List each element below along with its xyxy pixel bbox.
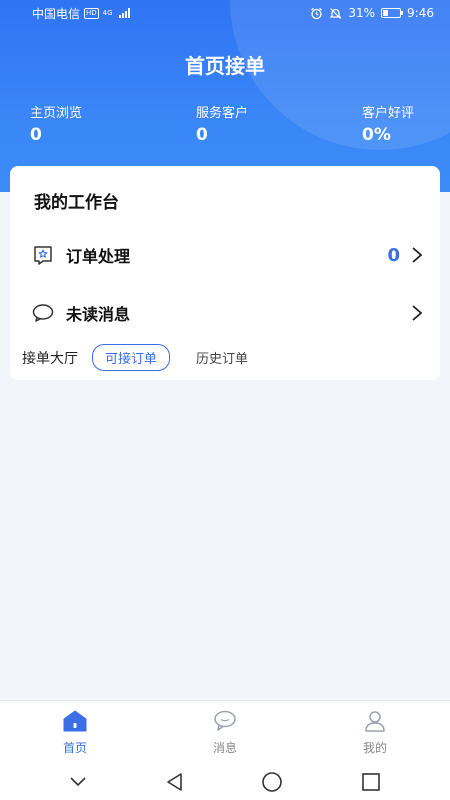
stat-value: 0 bbox=[30, 125, 42, 145]
alarm-icon bbox=[311, 7, 323, 19]
star-flag-icon bbox=[32, 244, 54, 266]
status-bar: 中国电信 HD 4G 31% 9:46 bbox=[0, 0, 450, 26]
home-icon bbox=[63, 709, 87, 733]
stat-page-views[interactable]: 主页浏览 0 bbox=[30, 102, 82, 145]
mute-icon bbox=[329, 7, 342, 19]
header: 中国电信 HD 4G 31% 9:46 首页接单 主页浏览 0 服务客户 0 客… bbox=[0, 0, 450, 192]
carrier-label: 中国电信 bbox=[32, 6, 81, 21]
back-triangle-icon[interactable] bbox=[165, 772, 183, 792]
order-processing-row[interactable]: 订单处理 0 bbox=[32, 240, 424, 270]
order-count-badge: 0 bbox=[387, 244, 400, 266]
network-label: 4G bbox=[102, 9, 113, 17]
stat-rating[interactable]: 客户好评 0% bbox=[362, 102, 414, 145]
nav-label: 消息 bbox=[212, 741, 237, 755]
tab-history-orders[interactable]: 历史订单 bbox=[196, 348, 248, 367]
stat-value: 0% bbox=[362, 125, 391, 145]
stat-label: 客户好评 bbox=[362, 106, 415, 121]
message-icon bbox=[213, 709, 237, 733]
order-processing-label: 订单处理 bbox=[66, 247, 131, 266]
nav-label: 我的 bbox=[362, 741, 387, 755]
nav-profile[interactable]: 我的 bbox=[300, 701, 450, 764]
stat-value: 0 bbox=[196, 125, 208, 145]
profile-icon bbox=[363, 709, 387, 733]
battery-icon bbox=[381, 8, 404, 18]
nav-messages[interactable]: 消息 bbox=[150, 701, 300, 764]
order-tabs: 接单大厅 可接订单 历史订单 bbox=[22, 344, 248, 371]
chat-bubble-icon bbox=[32, 302, 54, 324]
collapse-chevron-icon[interactable] bbox=[69, 776, 87, 788]
clock: 9:46 bbox=[407, 6, 434, 20]
workbench-title: 我的工作台 bbox=[34, 193, 119, 213]
home-circle-icon[interactable] bbox=[261, 771, 283, 793]
recents-square-icon[interactable] bbox=[361, 772, 381, 792]
stat-customers[interactable]: 服务客户 0 bbox=[196, 102, 248, 145]
unread-messages-label: 未读消息 bbox=[66, 305, 131, 324]
unread-messages-row[interactable]: 未读消息 bbox=[32, 298, 424, 328]
hd-badge: HD bbox=[84, 7, 99, 19]
chevron-right-icon bbox=[410, 303, 424, 323]
stat-label: 服务客户 bbox=[196, 106, 249, 121]
page-title: 首页接单 bbox=[185, 54, 265, 78]
chevron-right-icon bbox=[410, 245, 424, 265]
nav-label: 首页 bbox=[62, 741, 87, 755]
system-navigation-bar bbox=[0, 764, 450, 800]
battery-percent: 31% bbox=[348, 6, 376, 20]
nav-home[interactable]: 首页 bbox=[0, 701, 150, 764]
order-hall-label: 接单大厅 bbox=[22, 350, 78, 367]
signal-icon bbox=[118, 8, 130, 18]
tab-available-orders[interactable]: 可接订单 bbox=[92, 344, 171, 371]
workbench-card: 我的工作台 订单处理 0 未读消息 接单大厅 可接订单 历史订单 bbox=[10, 166, 440, 380]
stat-label: 主页浏览 bbox=[30, 106, 83, 121]
bottom-nav: 首页 消息 我的 bbox=[0, 700, 450, 764]
